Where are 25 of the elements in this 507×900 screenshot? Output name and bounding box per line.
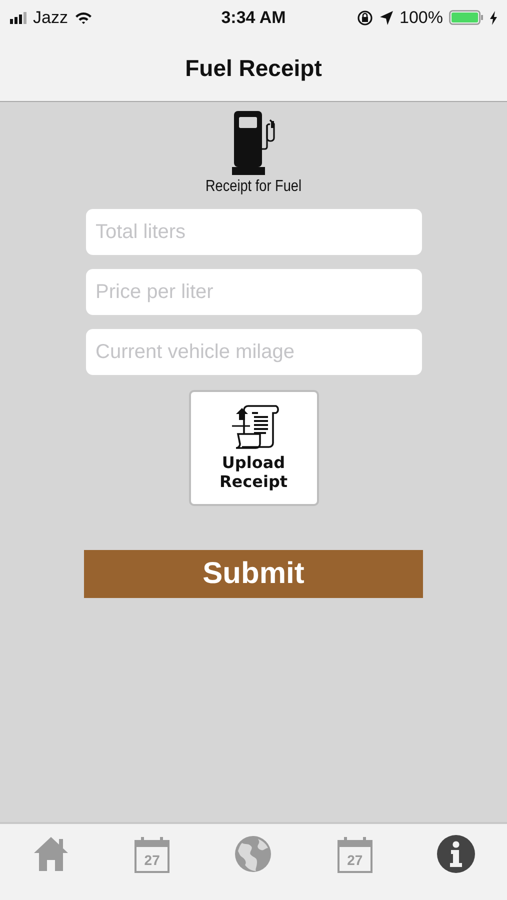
calendar-day: 27 (347, 852, 363, 868)
calendar-icon (336, 836, 373, 872)
battery-icon (449, 10, 483, 25)
location-arrow-icon (378, 10, 394, 25)
carrier-name: Jazz (33, 8, 68, 28)
input-field[interactable]: Total liters (86, 209, 422, 255)
signal-icon (10, 12, 27, 24)
calendar-icon (134, 836, 170, 872)
info-icon (437, 835, 476, 873)
input-field[interactable]: Current vehicle milage (86, 329, 422, 375)
submit-button[interactable]: Submit (84, 550, 423, 598)
charging-bolt-icon (489, 10, 497, 24)
upload-receipt-button[interactable]: Upload Receipt (188, 390, 318, 506)
fuel-caption: Receipt for Fuel (206, 178, 302, 196)
battery-percent: 100% (400, 8, 443, 28)
screen-title: Fuel Receipt (185, 54, 322, 82)
fuel-pump-icon (232, 111, 276, 175)
input-field[interactable]: Price per liter (86, 269, 422, 315)
wifi-icon (74, 10, 93, 24)
calendar-day: 27 (144, 852, 160, 868)
globe-icon (234, 835, 272, 873)
rotation-lock-icon (356, 10, 373, 26)
upload-label: Upload Receipt (218, 453, 289, 491)
home-icon (32, 836, 69, 872)
clock-time: 3:34 AM (221, 8, 286, 28)
